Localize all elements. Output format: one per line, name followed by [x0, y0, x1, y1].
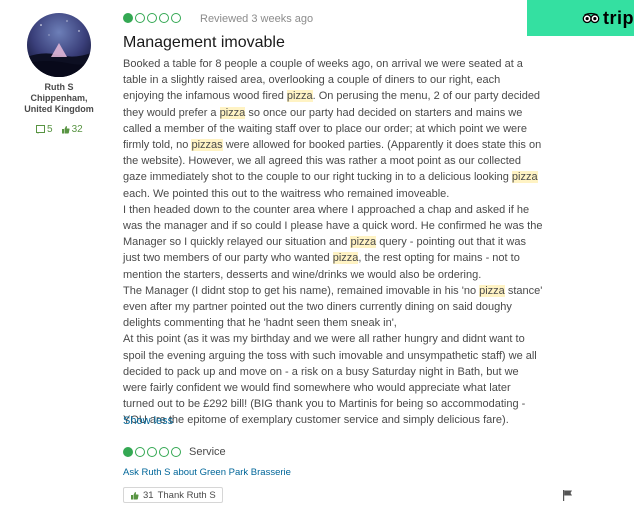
reviews-count: 5 [47, 124, 53, 135]
rating-bubble-empty [147, 13, 157, 23]
reviewer-stats: 5 32 [36, 124, 83, 135]
review-paragraph: I then headed down to the counter area w… [123, 202, 543, 283]
rating-bubble-empty [159, 447, 169, 457]
rating-bubble-empty [159, 13, 169, 23]
keyword-highlight: pizza [219, 106, 246, 119]
rating-bubble-empty [171, 13, 181, 23]
review-count-icon [36, 125, 45, 134]
keyword-highlight: pizza [350, 236, 377, 249]
service-label: Service [189, 446, 226, 458]
brand-wordmark: trip [603, 7, 634, 28]
review-paragraph: Booked a table for 8 people a couple of … [123, 56, 543, 202]
reviewed-date: Reviewed 3 weeks ago [200, 13, 314, 25]
service-rating-row: Service [123, 446, 226, 458]
ask-reviewer-link[interactable]: Ask Ruth S about Green Park Brasserie [123, 467, 291, 479]
service-rating [123, 447, 181, 457]
review-text: At this point (as it was my birthday and… [123, 333, 537, 427]
keyword-highlight: pizza [286, 90, 313, 103]
reviewer-location: Chippenham, United Kingdom [24, 93, 94, 114]
rating-bubble-empty [147, 447, 157, 457]
show-less-link[interactable]: Show less [123, 414, 173, 428]
avatar[interactable] [27, 13, 91, 77]
thank-count: 31 [143, 489, 154, 501]
tripadvisor-owl-icon [582, 12, 600, 24]
flag-icon[interactable] [562, 489, 574, 501]
rating-bubble-empty [135, 447, 145, 457]
avatar-image [27, 13, 91, 77]
review-title[interactable]: Management imovable [123, 33, 285, 53]
keyword-highlight: pizza [479, 284, 505, 297]
review-text: each. We pointed this out to the waitres… [123, 187, 450, 200]
review-rating [123, 13, 181, 23]
rating-bubble-empty [171, 447, 181, 457]
review-paragraph: At this point (as it was my birthday and… [123, 331, 543, 428]
keyword-highlight: pizza [511, 171, 538, 184]
rating-bubble-empty [135, 13, 145, 23]
review-paragraph: The Manager (I didnt stop to get his nam… [123, 283, 543, 332]
rating-bubble-filled [123, 447, 133, 457]
thumbs-up-icon [131, 491, 139, 499]
rating-bubble-filled [123, 13, 133, 23]
review-text: The Manager (I didnt stop to get his nam… [123, 284, 480, 297]
tripadvisor-brand[interactable]: trip [527, 0, 634, 36]
keyword-highlight: pizzas [191, 139, 223, 152]
thank-label: Thank Ruth S [157, 489, 216, 501]
thumbs-up-icon [61, 126, 70, 134]
reviewer-name[interactable]: Ruth S [20, 82, 98, 93]
thank-button[interactable]: 31 Thank Ruth S [123, 487, 223, 503]
review-body: Booked a table for 8 people a couple of … [123, 56, 543, 429]
helpful-count: 32 [71, 124, 83, 135]
keyword-highlight: pizza [332, 252, 359, 265]
